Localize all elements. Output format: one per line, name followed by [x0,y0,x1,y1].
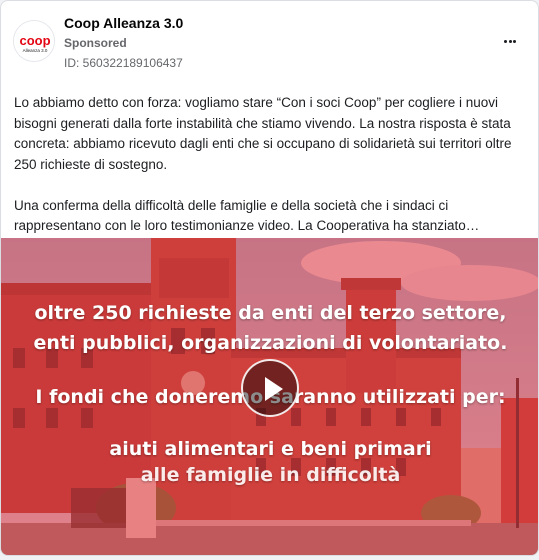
post-paragraph: Una conferma della difficoltà delle fami… [14,197,480,234]
post-body-text: Lo abbiamo detto con forza: vogliamo sta… [14,93,524,237]
coop-logo: coop Alleanza 3.0 [14,21,54,61]
ad-id: ID: 560322189106437 [64,56,183,70]
play-button[interactable] [241,359,299,417]
more-dot [508,39,512,43]
post-header: coop Alleanza 3.0 Coop Alleanza 3.0 Spon… [1,1,538,81]
video-overlay-text-line: enti pubblici, organizzazioni di volonta… [33,332,508,354]
ad-post-card: coop Alleanza 3.0 Coop Alleanza 3.0 Spon… [0,0,539,556]
play-icon [265,377,283,401]
video-overlay-text-line: oltre 250 richieste da enti del terzo se… [1,302,538,324]
post-paragraph: Lo abbiamo detto con forza: vogliamo sta… [14,95,512,172]
page-name-link[interactable]: Coop Alleanza 3.0 [64,15,183,31]
more-options-button[interactable] [498,31,522,51]
more-horizontal-icon [504,39,507,43]
sponsored-label: Sponsored [64,36,127,50]
overlay-text-rest: da enti del terzo settore, [231,302,507,324]
video-thumbnail[interactable]: oltre 250 richieste da enti del terzo se… [1,238,538,555]
overlay-highlight-text: oltre 250 richieste [34,302,232,324]
page-avatar[interactable]: coop Alleanza 3.0 [13,20,55,62]
video-overlay-text-line: aiuti alimentari e beni primari [109,438,432,460]
video-overlay-text-line: alle famiglie in difficoltà [140,464,401,486]
logo-text: coop [19,33,50,48]
logo-subtext: Alleanza 3.0 [23,48,48,53]
more-dot [513,39,516,43]
